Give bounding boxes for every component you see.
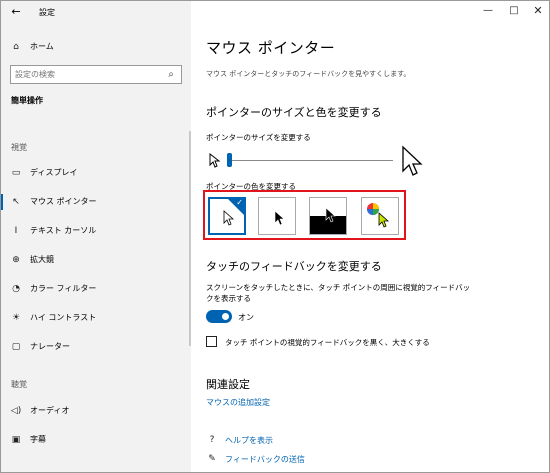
sidebar-item-label: ディスプレイ [30,168,78,177]
sidebar-item-label: マウス ポインター [30,197,97,206]
pointer-color-inverted[interactable] [309,197,347,235]
sidebar-item-label: テキスト カーソル [30,226,97,235]
sidebar-item-label: ハイ コントラスト [30,313,97,322]
settings-window: ← 設定 ⌂ ホーム ⌕ 簡単操作 視覚 ▭ ディスプレイ ↖ マウス ポインタ… [0,0,550,473]
sidebar: ← 設定 ⌂ ホーム ⌕ 簡単操作 視覚 ▭ ディスプレイ ↖ マウス ポインタ… [1,1,191,472]
display-icon: ▭ [11,168,21,178]
sidebar-item-display[interactable]: ▭ ディスプレイ [1,162,191,184]
sidebar-item-text-cursor[interactable]: I テキスト カーソル [1,220,191,242]
sidebar-item-narrator[interactable]: ▢ ナレーター [1,336,191,358]
pointer-section-heading: ポインターのサイズと色を変更する [206,106,382,119]
sidebar-item-captions[interactable]: ▣ 字幕 [1,429,191,451]
dark-feedback-checkbox[interactable] [206,336,217,347]
small-cursor-icon [209,153,221,168]
audio-icon: ◁) [10,406,22,416]
inverted-cursor-icon [325,207,336,223]
search-icon[interactable]: ⌕ [165,68,177,81]
toggle-state-label: オン [238,313,254,322]
high-contrast-icon: ☀ [11,313,21,323]
page-title: マウス ポインター [206,39,336,57]
white-cursor-icon [223,210,235,226]
pointer-color-white[interactable]: ✓ [208,197,246,235]
feedback-icon: ✎ [208,454,216,464]
large-cursor-icon [402,145,423,176]
pointer-color-black[interactable] [258,197,296,235]
black-cursor-icon [274,210,285,226]
size-slider-track[interactable] [228,160,393,161]
related-settings-heading: 関連設定 [206,378,250,391]
sidebar-item-label: ホーム [30,42,54,51]
pointer-color-custom[interactable] [361,197,399,235]
app-title: 設定 [39,8,55,17]
sidebar-item-mouse-pointer[interactable]: ↖ マウス ポインター [1,191,191,213]
touch-feedback-toggle[interactable] [206,310,232,323]
help-icon: ? [209,435,215,445]
page-subtitle: マウス ポインターとタッチのフィードバックを見やすくします。 [206,70,411,78]
sidebar-item-color-filter[interactable]: ◔ カラー フィルター [1,278,191,300]
checkbox-label: タッチ ポイントの視覚的フィードバックを黒く、大きくする [225,338,430,347]
feedback-link[interactable]: フィードバックの送信 [225,454,305,465]
sidebar-item-label: オーディオ [30,406,70,415]
text-cursor-icon: I [14,226,18,236]
search-box[interactable]: ⌕ [10,65,182,84]
section-title: 簡単操作 [11,96,43,105]
main-content: マウス ポインター マウス ポインターとタッチのフィードバックを見やすくします。… [191,1,549,472]
sidebar-item-audio[interactable]: ◁) オーディオ [1,400,191,422]
search-input[interactable] [15,68,160,81]
color-filter-icon: ◔ [12,284,20,294]
help-link[interactable]: ヘルプを表示 [225,435,273,446]
sidebar-item-magnifier[interactable]: ⊕ 拡大鏡 [1,249,191,271]
touch-section-heading: タッチのフィードバックを変更する [206,260,382,273]
narrator-icon: ▢ [11,342,21,352]
sidebar-item-label: 字幕 [30,435,46,444]
home-icon: ⌂ [13,42,19,52]
sidebar-item-high-contrast[interactable]: ☀ ハイ コントラスト [1,307,191,329]
touch-description: スクリーンをタッチしたときに、タッチ ポイントの周囲に視覚的フィードバックを表示… [206,283,471,303]
sidebar-item-label: 拡大鏡 [30,255,54,264]
size-slider-thumb[interactable] [227,153,232,167]
size-label: ポインターのサイズを変更する [206,133,311,142]
color-wheel-icon [367,203,390,228]
group-heading-vision: 視覚 [11,143,27,152]
sidebar-item-home[interactable]: ⌂ ホーム [1,36,191,58]
sidebar-item-label: ナレーター [30,342,70,351]
additional-mouse-settings-link[interactable]: マウスの追加設定 [206,397,270,408]
magnifier-icon: ⊕ [12,255,20,265]
mouse-pointer-icon: ↖ [12,197,20,207]
sidebar-item-label: カラー フィルター [30,284,97,293]
captions-icon: ▣ [11,435,21,445]
back-arrow-icon[interactable]: ← [9,5,23,19]
group-heading-hearing: 聴覚 [11,380,27,389]
